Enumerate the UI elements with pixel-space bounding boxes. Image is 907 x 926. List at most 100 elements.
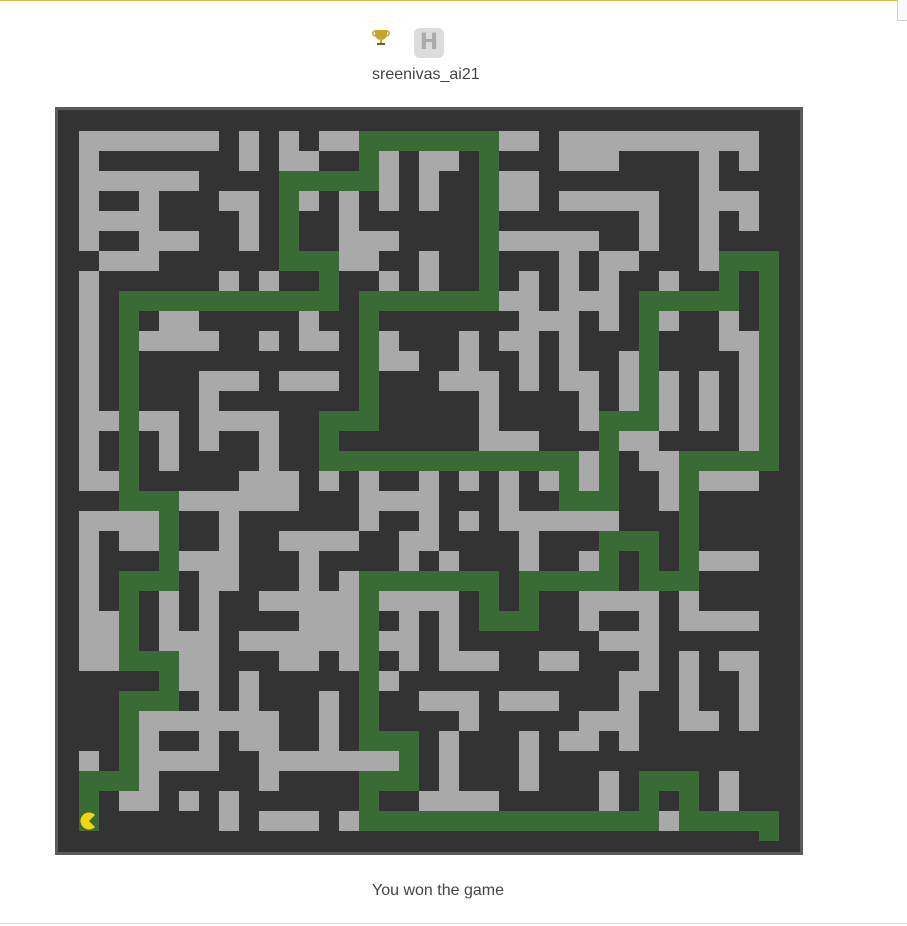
maze-floor-tile (339, 571, 359, 671)
maze-floor-tile (359, 251, 379, 271)
player-avatar-badge: H (414, 28, 444, 58)
maze-canvas[interactable] (58, 110, 800, 852)
maze-floor-tile (539, 651, 579, 671)
maze-floor-tile (439, 731, 459, 791)
maze-floor-tile (419, 591, 459, 611)
maze-floor-tile (299, 331, 339, 351)
maze-floor-tile (259, 711, 279, 791)
maze-floor-tile (239, 671, 259, 751)
maze-floor-tile (459, 471, 479, 491)
maze-floor-tile (739, 191, 759, 231)
maze-floor-tile (439, 371, 499, 391)
maze-floor-tile (319, 591, 339, 651)
maze-floor-tile (239, 131, 259, 171)
maze-floor-tile (559, 731, 599, 751)
maze-floor-tile (239, 631, 319, 651)
maze-floor (79, 131, 759, 831)
maze-floor-tile (519, 351, 539, 391)
maze-floor-tile (199, 371, 259, 391)
maze-floor-tile (599, 631, 639, 651)
maze-floor-tile (459, 691, 479, 731)
maze-floor-tile (79, 131, 219, 151)
maze-floor-tile (479, 431, 539, 451)
maze-floor-tile (719, 331, 759, 351)
maze-floor-tile (659, 371, 679, 431)
maze-floor-tile (719, 771, 739, 811)
maze-floor-tile (179, 631, 199, 671)
maze-floor-tile (579, 291, 619, 311)
maze-floor-tile (379, 331, 399, 371)
maze-floor-tile (259, 811, 319, 831)
maze-floor-tile (419, 151, 459, 171)
maze-floor-tile (279, 531, 359, 551)
maze-floor-tile (399, 531, 419, 671)
maze-floor-tile (659, 811, 679, 831)
maze-floor-tile (639, 591, 659, 691)
maze-floor-tile (99, 611, 119, 651)
maze-floor-tile (619, 431, 659, 451)
maze-board (55, 107, 803, 855)
maze-floor-tile (299, 371, 319, 391)
maze-floor-tile (659, 451, 679, 511)
maze-floor-tile (699, 251, 719, 271)
maze-floor-tile (439, 551, 459, 571)
maze-floor-tile (699, 371, 719, 431)
maze-floor-tile (439, 611, 459, 671)
maze-floor-tile (379, 591, 399, 611)
maze-floor-tile (459, 651, 499, 671)
maze-floor-tile (499, 171, 539, 191)
maze-floor-tile (699, 611, 759, 631)
maze-floor-tile (599, 251, 639, 271)
maze-floor-tile (219, 191, 239, 211)
maze-floor-tile (99, 511, 159, 531)
maze-floor-tile (499, 331, 539, 351)
maze-floor-tile (699, 151, 719, 251)
maze-floor-tile (239, 231, 259, 251)
maze-floor-tile (459, 511, 479, 531)
maze-floor-tile (259, 591, 299, 611)
maze-floor-tile (279, 151, 319, 171)
maze-floor-tile (739, 131, 759, 171)
maze-floor-tile (519, 731, 539, 791)
maze-floor-tile (579, 371, 599, 431)
maze-floor-tile (419, 791, 499, 811)
maze-floor-tile (99, 251, 159, 271)
maze-floor-tile (419, 691, 459, 711)
maze-floor-tile (559, 151, 619, 171)
maze-floor-tile (399, 351, 419, 371)
player-header: H (372, 28, 452, 60)
game-status-message: You won the game (372, 882, 504, 899)
maze-floor-tile (699, 471, 759, 491)
maze-floor-tile (139, 231, 199, 251)
maze-floor-tile (559, 191, 639, 211)
maze-floor-tile (79, 211, 139, 231)
maze-floor-tile (299, 551, 319, 631)
maze-floor-tile (259, 331, 279, 351)
maze-floor-tile (679, 711, 719, 731)
trophy-icon (372, 28, 392, 46)
maze-floor-tile (319, 691, 339, 771)
maze-floor-tile (499, 691, 559, 711)
maze-floor-tile (119, 531, 159, 551)
maze-floor-tile (459, 331, 479, 371)
maze-floor-tile (739, 671, 759, 731)
maze-area[interactable] (58, 110, 800, 852)
maze-floor-tile (179, 551, 239, 571)
maze-floor-tile (279, 651, 319, 671)
maze-floor-tile (419, 171, 439, 211)
maze-floor-tile (619, 351, 639, 411)
maze-floor-tile (519, 311, 579, 331)
maze-floor-tile (379, 271, 399, 291)
scrollbar-nub[interactable] (897, 0, 907, 21)
maze-floor-tile (239, 471, 299, 491)
maze-floor-tile (159, 751, 219, 771)
player-name: sreenivas_ai21 (372, 66, 480, 83)
maze-floor-tile (379, 151, 399, 211)
maze-floor-tile (639, 451, 659, 471)
maze-floor-tile (319, 131, 359, 151)
maze-floor-tile (139, 711, 159, 791)
maze-floor-tile (719, 651, 759, 671)
maze-floor-tile (499, 191, 539, 211)
maze-floor-tile (499, 131, 539, 151)
maze-floor-tile (219, 791, 239, 831)
